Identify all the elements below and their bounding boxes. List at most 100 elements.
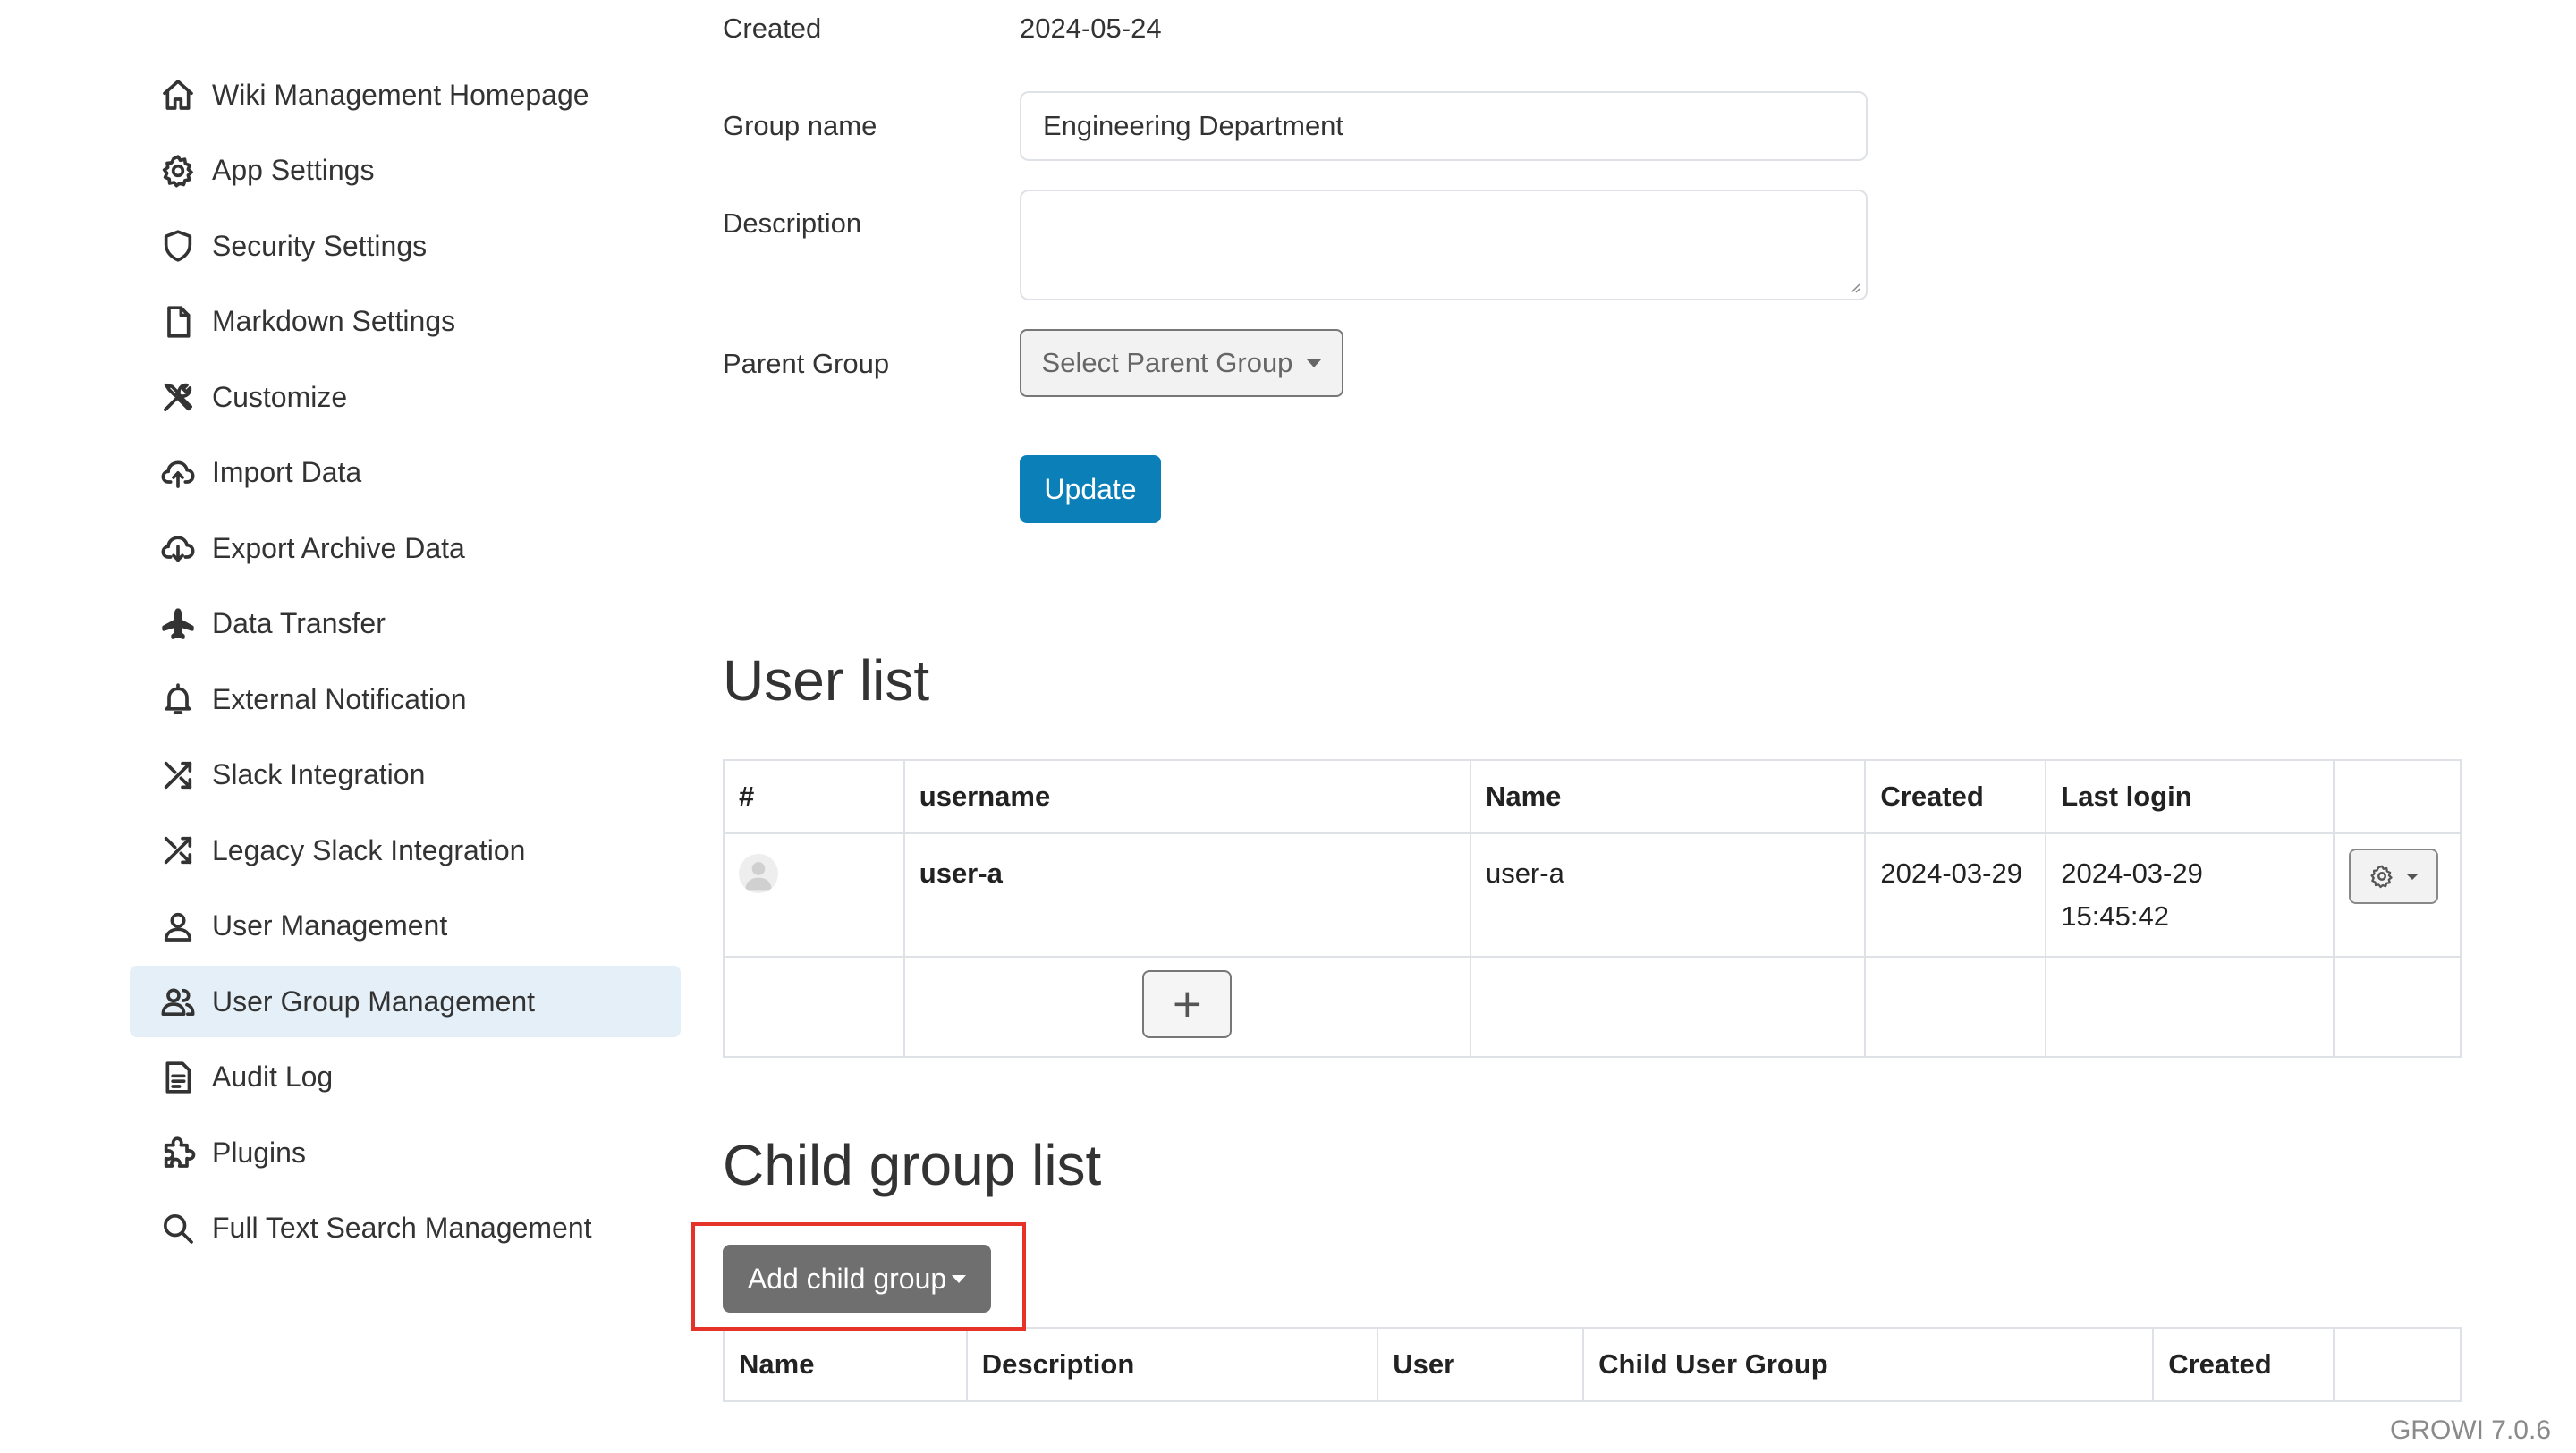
sidebar-item-label: App Settings [212,154,375,186]
sidebar-item-label: Import Data [212,456,362,488]
admin-sidebar: Wiki Management Homepage App Settings Se… [130,59,681,1268]
sidebar-item-label: Markdown Settings [212,305,456,337]
column-header-last-login: Last login [2045,759,2334,834]
caret-down-icon [1307,359,1322,367]
shield-icon [160,228,196,264]
sidebar-item-label: Audit Log [212,1060,334,1093]
column-header-name: Name [1469,759,1867,834]
sidebar-item-label: Wiki Management Homepage [212,78,589,111]
people-icon [160,984,196,1019]
empty-cell [2045,956,2334,1058]
highlight-annotation-box [691,1222,1026,1331]
sidebar-item-label: User Group Management [212,984,536,1018]
sidebar-item-label: User Management [212,909,448,942]
sidebar-item-wiki-management-homepage[interactable]: Wiki Management Homepage [130,59,681,131]
caret-down-icon [2405,873,2419,880]
user-list-table: # username Name Created Last login user-… [723,759,2462,1058]
sidebar-item-label: Plugins [212,1136,306,1169]
user-actions-dropdown[interactable] [2348,849,2438,904]
description-label: Description [723,207,862,239]
sidebar-item-user-group-management[interactable]: User Group Management [130,966,681,1037]
user-created-cell: 2024-03-29 [1864,832,2047,958]
column-header-created: Created [1864,759,2047,834]
shuffle-icon [160,757,196,793]
sidebar-item-plugins[interactable]: Plugins [130,1117,681,1188]
column-header-user: User [1377,1327,1585,1402]
column-header-description: Description [965,1327,1379,1402]
add-user-button[interactable]: + [1142,970,1233,1038]
column-header-index: # [723,759,905,834]
sidebar-item-security-settings[interactable]: Security Settings [130,210,681,282]
sidebar-item-data-transfer[interactable]: Data Transfer [130,588,681,660]
cloud-upload-icon [160,455,196,491]
description-textarea[interactable] [1020,190,1868,300]
user-table-header-row: # username Name Created Last login [723,759,2462,834]
child-table-header-row: Name Description User Child User Group C… [723,1327,2462,1402]
column-header-username: username [902,759,1471,834]
child-group-table: Name Description User Child User Group C… [723,1327,2462,1402]
select-parent-group-dropdown[interactable]: Select Parent Group [1020,329,1343,397]
empty-cell [2332,956,2462,1058]
sidebar-item-label: Export Archive Data [212,531,465,564]
table-row: user-a user-a 2024-03-29 2024-03-29 15:4… [723,832,2462,958]
sidebar-item-label: Security Settings [212,229,428,262]
sidebar-item-external-notification[interactable]: External Notification [130,663,681,735]
group-name-label: Group name [723,110,877,141]
sidebar-item-markdown-settings[interactable]: Markdown Settings [130,286,681,358]
add-user-cell: + [902,956,1471,1058]
sidebar-item-user-management[interactable]: User Management [130,891,681,962]
sidebar-item-legacy-slack-integration[interactable]: Legacy Slack Integration [130,815,681,886]
tools-icon [160,379,196,415]
sidebar-item-label: Customize [212,380,348,413]
bell-icon [160,681,196,717]
user-last-login-cell: 2024-03-29 15:45:42 [2045,832,2334,958]
person-icon [160,908,196,944]
parent-group-label: Parent Group [723,348,890,379]
shuffle-icon [160,832,196,868]
created-value: 2024-05-24 [1020,13,1162,44]
sidebar-item-audit-log[interactable]: Audit Log [130,1042,681,1113]
avatar [739,854,778,893]
user-actions-cell [2332,832,2462,958]
resize-grip-icon[interactable] [1848,281,1860,293]
sidebar-item-slack-integration[interactable]: Slack Integration [130,739,681,811]
page: Wiki Management Homepage App Settings Se… [0,0,2576,1453]
empty-cell [723,956,905,1058]
puzzle-icon [160,1135,196,1170]
table-row: + [723,956,2462,1058]
sidebar-item-label: Slack Integration [212,758,426,790]
sidebar-item-label: External Notification [212,682,467,715]
column-header-name: Name [723,1327,968,1402]
sidebar-item-app-settings[interactable]: App Settings [130,135,681,207]
version-label: GROWI 7.0.6 [2389,1415,2551,1445]
sidebar-item-import-data[interactable]: Import Data [130,437,681,509]
child-group-list-title: Child group list [723,1133,1102,1197]
user-avatar-icon [745,862,772,891]
sidebar-item-label: Full Text Search Management [212,1212,592,1244]
user-name-cell: user-a [1469,832,1867,958]
column-header-actions [2332,759,2462,834]
home-icon [160,77,196,113]
user-username-cell: user-a [902,832,1471,958]
sidebar-item-customize[interactable]: Customize [130,361,681,433]
sidebar-item-label: Legacy Slack Integration [212,833,526,866]
group-name-input[interactable] [1020,91,1868,161]
user-avatar-cell [723,832,905,958]
column-header-actions [2333,1327,2462,1402]
empty-cell [1469,956,1867,1058]
column-header-created: Created [2152,1327,2335,1402]
gear-icon [2370,865,2393,889]
cloud-download-icon [160,530,196,566]
file-text-icon [160,1060,196,1095]
created-label: Created [723,13,822,44]
update-button[interactable]: Update [1020,455,1161,523]
search-icon [160,1211,196,1246]
sidebar-item-label: Data Transfer [212,607,386,639]
document-icon [160,304,196,340]
sidebar-item-export-archive-data[interactable]: Export Archive Data [130,512,681,584]
empty-cell [1864,956,2047,1058]
user-list-title: User list [723,648,930,713]
sidebar-item-full-text-search-management[interactable]: Full Text Search Management [130,1193,681,1264]
select-parent-group-label: Select Parent Group [1041,347,1293,378]
column-header-child-user-group: Child User Group [1582,1327,2155,1402]
